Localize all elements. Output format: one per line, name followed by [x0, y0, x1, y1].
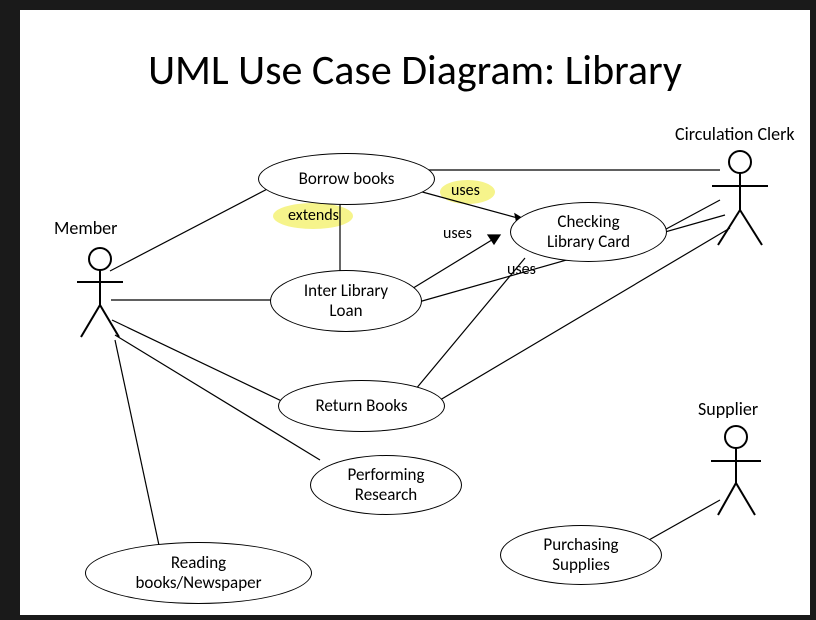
- uml-diagram: Member Circulation Clerk: [20, 10, 810, 615]
- usecase-label: Reading books/Newspaper: [135, 553, 261, 592]
- rel-uses-label-1: uses: [451, 181, 480, 200]
- usecase-return-books: Return Books: [278, 380, 445, 432]
- actor-member-label: Member: [54, 217, 117, 239]
- actor-supplier-figure: [708, 425, 764, 520]
- slide: UML Use Case Diagram: Library: [20, 10, 810, 615]
- usecase-inter-library-loan: Inter Library Loan: [270, 270, 422, 332]
- actor-clerk-figure: [710, 150, 770, 250]
- usecase-borrow-books: Borrow books: [258, 153, 435, 205]
- usecase-checking-card: Checking Library Card: [510, 202, 667, 262]
- usecase-label: Checking Library Card: [547, 212, 630, 251]
- rel-uses-label-2: uses: [443, 224, 472, 243]
- usecase-label: Purchasing Supplies: [543, 535, 618, 574]
- actor-member-figure: [75, 247, 125, 342]
- usecase-label: Performing Research: [348, 465, 425, 504]
- usecase-label: Inter Library Loan: [304, 281, 388, 320]
- actor-clerk-label: Circulation Clerk: [675, 123, 795, 145]
- rel-uses-label-3: uses: [507, 260, 536, 279]
- usecase-reading: Reading books/Newspaper: [85, 542, 312, 604]
- usecase-performing-research: Performing Research: [310, 455, 462, 515]
- usecase-label: Borrow books: [299, 169, 395, 189]
- slide-frame: UML Use Case Diagram: Library: [0, 0, 816, 620]
- rel-extends-label: extends: [288, 206, 339, 225]
- actor-supplier-label: Supplier: [698, 398, 758, 420]
- usecase-purchasing: Purchasing Supplies: [500, 525, 662, 585]
- usecase-label: Return Books: [315, 396, 407, 416]
